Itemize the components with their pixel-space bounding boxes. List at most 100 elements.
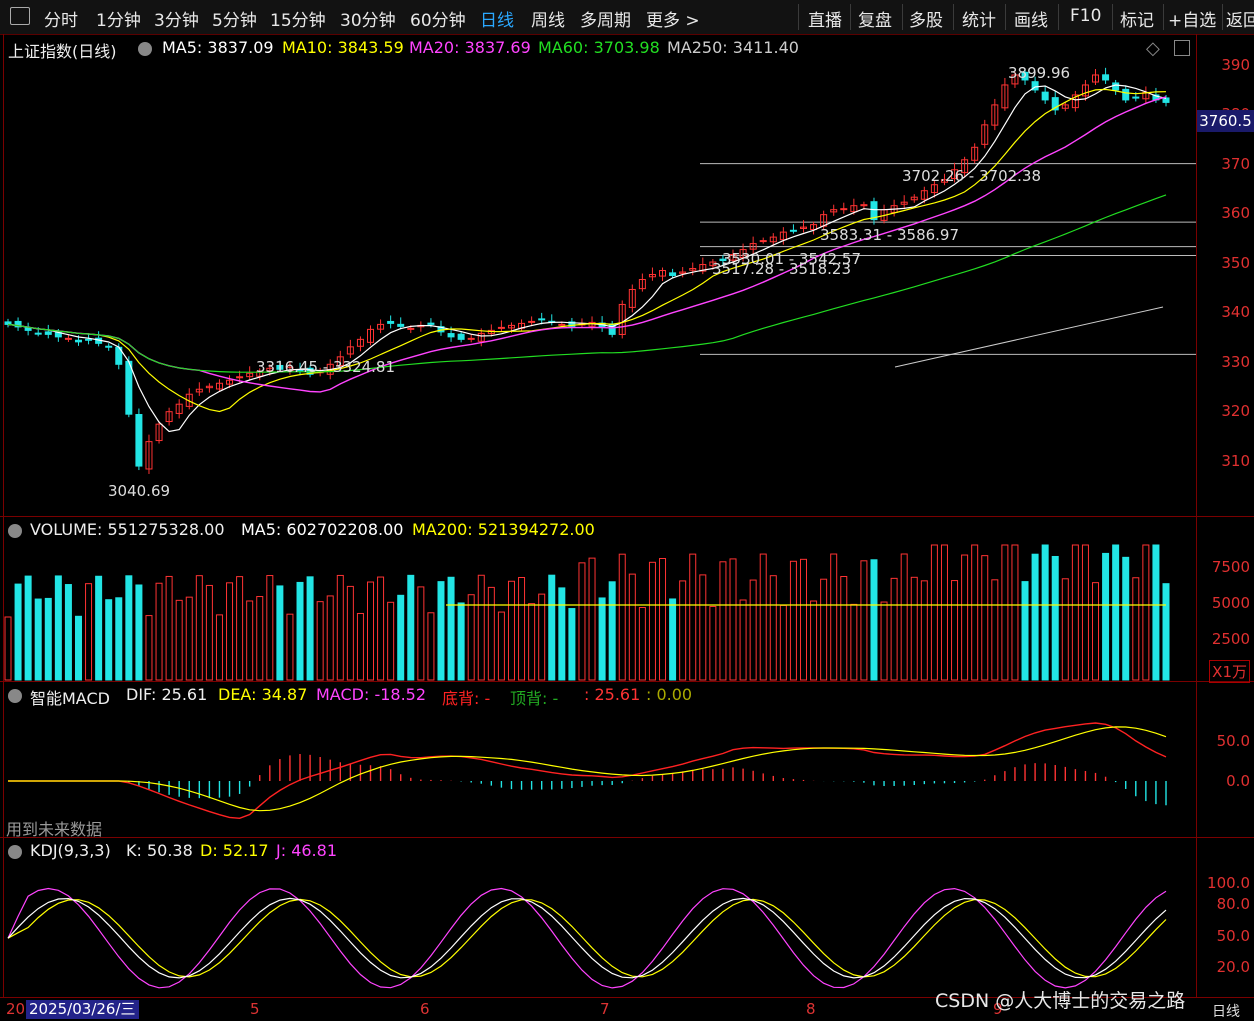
ma20-line — [7, 96, 1167, 393]
volume-bar — [1061, 578, 1069, 681]
period-label: 日线 — [1212, 1004, 1240, 1020]
volume-ma5: MA5: 602702208.00 — [241, 520, 404, 539]
volume-bar — [437, 581, 445, 681]
annotation-range: 3316.45 - 3324.81 — [256, 358, 396, 376]
volume-bar — [870, 559, 878, 681]
kdj-j: J: 46.81 — [276, 841, 337, 860]
candle-body — [840, 208, 848, 211]
volume-bar — [558, 587, 566, 681]
volume-bar — [910, 576, 918, 681]
candle-body — [407, 327, 415, 330]
kdj-k: K: 50.38 — [126, 841, 193, 860]
volume-value: VOLUME: 551275328.00 — [30, 520, 225, 539]
volume-bar — [336, 574, 344, 681]
volume-bar — [930, 544, 938, 681]
volume-bar — [548, 574, 556, 681]
volume-bar — [628, 573, 636, 681]
y-tick: 350 — [1221, 254, 1250, 272]
ma60-value: MA60: 3703.98 — [538, 38, 660, 57]
candle-body — [528, 320, 536, 323]
annotation-range: 3517.28 - 3518.23 — [712, 260, 852, 278]
candle-body — [497, 326, 505, 329]
candle-body — [427, 322, 435, 325]
volume-bar — [759, 553, 767, 681]
volume-bar — [246, 600, 254, 681]
volume-bar — [971, 544, 979, 681]
panel-divider — [0, 837, 1254, 838]
month-label: 7 — [600, 1000, 610, 1018]
chart-title: 上证指数(日线) — [8, 42, 117, 61]
volume-bar — [326, 595, 334, 681]
settings-icon[interactable] — [138, 38, 152, 57]
volume-bar — [719, 561, 727, 681]
volume-bar — [518, 577, 526, 681]
volume-bar — [125, 575, 133, 681]
volume-bar — [427, 612, 435, 681]
volume-y-tick: 2500 — [1211, 630, 1250, 648]
volume-bar — [467, 594, 475, 681]
candle-body — [135, 414, 143, 467]
volume-bar — [1031, 553, 1039, 681]
kdj-k-line — [7, 897, 1167, 979]
ma5-line — [7, 84, 1167, 433]
diamond-icon[interactable]: ◇ — [1146, 38, 1160, 59]
volume-bar — [95, 575, 103, 681]
trend-line — [894, 306, 1164, 368]
panel-toggle-icon[interactable] — [1174, 40, 1190, 56]
volume-settings-icon[interactable] — [8, 520, 22, 539]
volume-bar — [64, 584, 72, 681]
candle-body — [34, 332, 42, 335]
kdj-y-tick: 50.0 — [1216, 927, 1250, 945]
volume-bar — [1092, 582, 1100, 681]
candle-body — [457, 333, 465, 340]
kdj-y-tick: 80.0 — [1216, 895, 1250, 913]
current-date: 2025/03/26/三 — [26, 1000, 139, 1019]
volume-bar — [810, 600, 818, 681]
kdj-d: D: 52.17 — [200, 841, 269, 860]
volume-bar — [699, 574, 707, 681]
kline-chart[interactable] — [0, 0, 1254, 1020]
candle-body — [85, 338, 93, 341]
volume-bar — [1142, 544, 1150, 681]
candle-body — [397, 323, 405, 327]
volume-bar — [54, 575, 62, 681]
volume-bar — [840, 575, 848, 681]
candle-body — [1122, 88, 1130, 101]
volume-bar — [417, 586, 425, 681]
candle-body — [105, 345, 113, 348]
volume-bar — [145, 615, 153, 681]
volume-y-tick: 7500 — [1211, 558, 1250, 576]
volume-bar — [618, 553, 626, 681]
volume-ma200: MA200: 521394272.00 — [412, 520, 595, 539]
macd-y-tick: 0.0 — [1226, 772, 1250, 790]
macd-dea: DEA: 34.87 — [218, 685, 308, 704]
volume-bar — [346, 585, 354, 681]
candle-body — [64, 337, 72, 340]
annotation-range: 3583.31 - 3586.97 — [820, 226, 960, 244]
volume-bar — [608, 581, 616, 681]
candle-body — [1162, 97, 1170, 103]
volume-bar — [749, 579, 757, 681]
annotation-high: 3899.96 — [1008, 64, 1071, 82]
volume-bar — [578, 562, 586, 681]
volume-bar — [659, 558, 667, 681]
candle-body — [236, 376, 244, 379]
volume-bar — [860, 560, 868, 681]
volume-bar — [115, 597, 123, 681]
candle-body — [538, 318, 546, 321]
volume-bar — [497, 611, 505, 681]
volume-bar — [981, 555, 989, 681]
candle-body — [759, 240, 767, 243]
kdj-settings-icon[interactable] — [8, 841, 22, 860]
volume-bar — [1011, 544, 1019, 681]
volume-bar — [447, 576, 455, 681]
volume-bar — [367, 581, 375, 681]
volume-bar — [1102, 552, 1110, 681]
volume-bar — [306, 576, 314, 681]
volume-bar — [880, 601, 888, 681]
macd-settings-icon[interactable] — [8, 685, 22, 704]
volume-bar — [185, 596, 193, 681]
y-tick: 310 — [1221, 452, 1250, 470]
volume-bar — [961, 554, 969, 681]
candle-body — [467, 337, 475, 340]
